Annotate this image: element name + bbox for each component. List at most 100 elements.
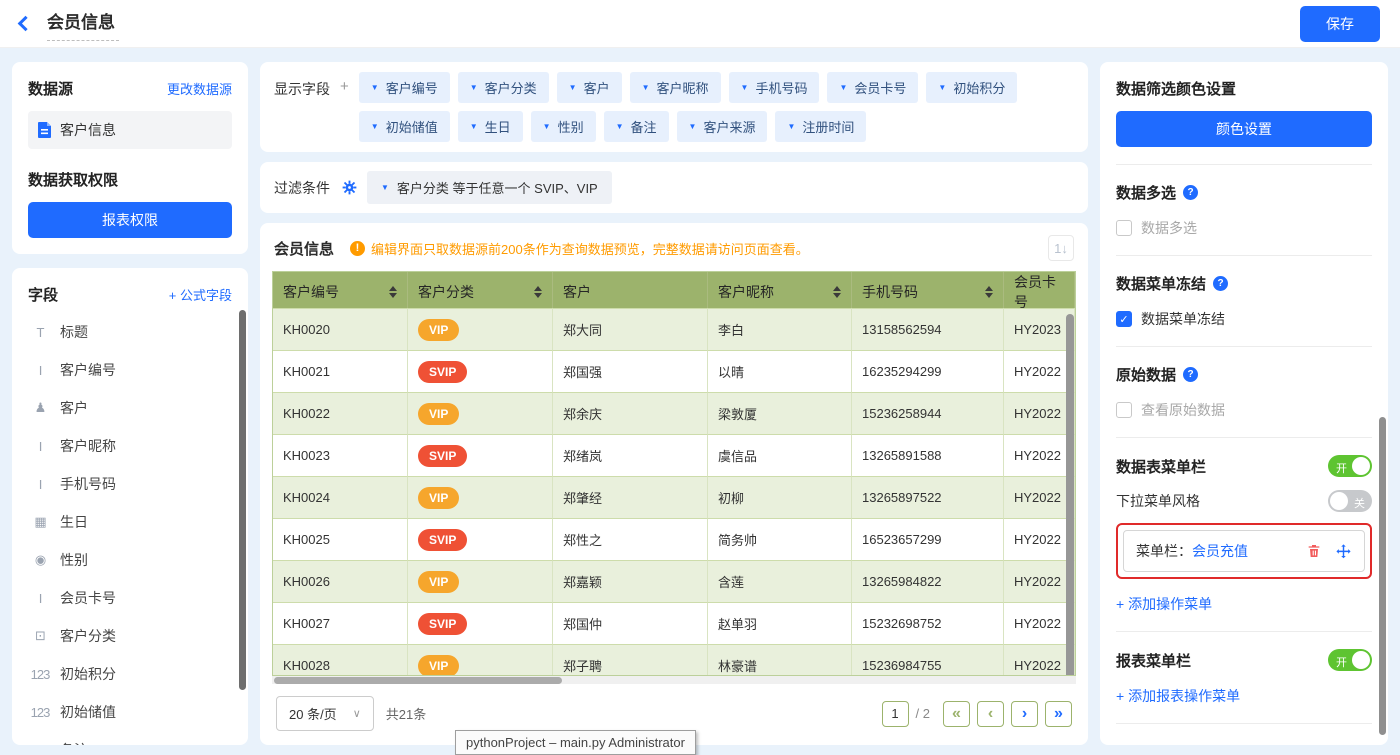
field-item[interactable]: I 客户编号 — [28, 351, 232, 389]
menu-freeze-checkbox[interactable]: ✓ — [1116, 311, 1132, 327]
add-formula-field-link[interactable]: + 公式字段 — [169, 285, 232, 304]
filter-condition-text: 客户分类 等于任意一个 SVIP、VIP — [397, 178, 598, 197]
display-field-tag-label: 初始积分 — [953, 78, 1005, 97]
chevron-down-icon: ▼ — [381, 183, 389, 192]
page-size-select[interactable]: 20 条/页 ∨ — [276, 696, 374, 731]
chevron-down-icon: ▼ — [569, 83, 577, 92]
add-display-field-button[interactable]: + — [340, 72, 349, 95]
filter-condition-tag[interactable]: ▼ 客户分类 等于任意一个 SVIP、VIP — [367, 171, 612, 204]
field-item[interactable]: 123 初始储值 — [28, 693, 232, 731]
display-field-tag[interactable]: ▼ 客户 — [557, 72, 622, 103]
field-item[interactable]: I 备注 — [28, 731, 232, 745]
page-number-input[interactable]: 1 — [882, 701, 909, 727]
field-item[interactable]: I 会员卡号 — [28, 579, 232, 617]
field-item[interactable]: ⊡ 客户分类 — [28, 617, 232, 655]
report-permission-button[interactable]: 报表权限 — [28, 202, 232, 238]
table-header-cell[interactable]: 客户编号 — [273, 272, 408, 312]
help-icon[interactable]: ? — [1213, 276, 1228, 291]
datasource-card: 数据源 更改数据源 客户信息 数据获取权限 报表权限 — [12, 62, 248, 254]
table-header-cell[interactable]: 客户分类 — [408, 272, 553, 312]
menu-bar-item[interactable]: 菜单栏： 会员充值 — [1123, 530, 1365, 572]
display-field-tag[interactable]: ▼ 初始积分 — [926, 72, 1017, 103]
field-item[interactable]: I 手机号码 — [28, 465, 232, 503]
sort-arrows-icon[interactable] — [389, 286, 397, 298]
page-size-value: 20 条/页 — [289, 704, 337, 723]
table-row[interactable]: KH0025 SVIP 郑性之 简务帅 16523657299 HY2022 — [273, 518, 1075, 560]
table-row[interactable]: KH0023 SVIP 郑绪岚 虞信品 13265891588 HY2022 — [273, 434, 1075, 476]
prev-page-button[interactable]: ‹ — [977, 701, 1004, 727]
first-page-button[interactable]: « — [943, 701, 970, 727]
display-field-tag-label: 注册时间 — [802, 117, 854, 136]
display-field-tag[interactable]: ▼ 客户编号 — [359, 72, 450, 103]
display-field-tag[interactable]: ▼ 客户分类 — [458, 72, 549, 103]
change-datasource-link[interactable]: 更改数据源 — [167, 79, 232, 98]
table-row[interactable]: KH0024 VIP 郑肇经 初柳 13265897522 HY2022 — [273, 476, 1075, 518]
field-item[interactable]: I 客户昵称 — [28, 427, 232, 465]
settings-scrollbar[interactable] — [1379, 417, 1386, 735]
toggle-knob — [1352, 457, 1370, 475]
color-settings-button[interactable]: 颜色设置 — [1116, 111, 1372, 147]
multi-select-checkbox[interactable] — [1116, 220, 1132, 236]
menu-freeze-label: 数据菜单冻结 — [1141, 309, 1225, 329]
display-field-tag[interactable]: ▼ 性别 — [531, 111, 596, 142]
table-row[interactable]: KH0028 VIP 郑子聘 林豪谱 15236984755 HY2022 — [273, 644, 1075, 676]
display-field-tag-label: 生日 — [485, 117, 511, 136]
highlighted-menu-item: 菜单栏： 会员充值 — [1116, 523, 1372, 579]
field-item[interactable]: ♟ 客户 — [28, 389, 232, 427]
display-fields-card: 显示字段 + ▼ 客户编号 ▼ 客户分类 ▼ 客户 — [260, 62, 1088, 152]
display-field-tag[interactable]: ▼ 手机号码 — [729, 72, 820, 103]
cell-nickname: 虞信品 — [708, 434, 852, 476]
display-field-tag[interactable]: ▼ 生日 — [458, 111, 523, 142]
dropdown-style-toggle[interactable]: 关 — [1328, 490, 1372, 512]
move-icon[interactable] — [1335, 543, 1352, 560]
field-item[interactable]: T 标题 — [28, 313, 232, 351]
table-header-cell[interactable]: 手机号码 — [852, 272, 1004, 312]
table-row[interactable]: KH0022 VIP 郑余庆 梁敦厦 15236258944 HY2022 — [273, 392, 1075, 434]
table-row[interactable]: KH0020 VIP 郑大同 李白 13158562594 HY2023 — [273, 308, 1075, 350]
sort-arrows-icon[interactable] — [833, 286, 841, 298]
display-field-tag[interactable]: ▼ 备注 — [604, 111, 669, 142]
add-action-menu-link[interactable]: + 添加操作菜单 — [1116, 594, 1372, 614]
table-header-cell[interactable]: 客户 — [553, 272, 708, 312]
table-menu-toggle[interactable]: 开 — [1328, 455, 1372, 477]
menu-item-value[interactable]: 会员充值 — [1192, 541, 1248, 561]
report-menu-toggle[interactable]: 开 — [1328, 649, 1372, 671]
help-icon[interactable]: ? — [1183, 185, 1198, 200]
next-page-button[interactable]: › — [1011, 701, 1038, 727]
field-item[interactable]: 123 初始积分 — [28, 655, 232, 693]
table-row[interactable]: KH0027 SVIP 郑国仲 赵单羽 15232698752 HY2022 — [273, 602, 1075, 644]
help-icon[interactable]: ? — [1183, 367, 1198, 382]
category-badge: SVIP — [418, 445, 467, 467]
display-field-tag[interactable]: ▼ 初始储值 — [359, 111, 450, 142]
display-field-tag[interactable]: ▼ 注册时间 — [775, 111, 866, 142]
back-icon[interactable] — [18, 16, 34, 32]
delete-icon[interactable] — [1306, 543, 1322, 559]
data-table: 客户编号 客户分类 客户 — [272, 271, 1076, 676]
field-item[interactable]: ◉ 性别 — [28, 541, 232, 579]
fields-scrollbar[interactable] — [239, 310, 246, 690]
sort-arrows-icon[interactable] — [985, 286, 993, 298]
table-vertical-scrollbar[interactable] — [1066, 314, 1074, 676]
display-field-tag[interactable]: ▼ 会员卡号 — [827, 72, 918, 103]
toggle-on-label: 开 — [1336, 460, 1347, 476]
raw-data-checkbox[interactable] — [1116, 402, 1132, 418]
datasource-item[interactable]: 客户信息 — [28, 111, 232, 149]
display-field-tag[interactable]: ▼ 客户昵称 — [630, 72, 721, 103]
gear-icon[interactable] — [342, 180, 357, 195]
table-header-cell[interactable]: 会员卡号 — [1004, 272, 1075, 312]
horizontal-scroll-thumb[interactable] — [274, 677, 562, 684]
add-report-action-menu-link[interactable]: + 添加报表操作菜单 — [1116, 686, 1372, 706]
sort-order-icon[interactable]: 1↓ — [1048, 235, 1074, 261]
table-header-cell[interactable]: 客户昵称 — [708, 272, 852, 312]
field-label: 性别 — [60, 550, 88, 570]
display-field-tag[interactable]: ▼ 客户来源 — [677, 111, 768, 142]
last-page-button[interactable]: » — [1045, 701, 1072, 727]
table-row[interactable]: KH0021 SVIP 郑国强 以晴 16235294299 HY2022 — [273, 350, 1075, 392]
table-row[interactable]: KH0026 VIP 郑嘉颖 含莲 13265984822 HY2022 — [273, 560, 1075, 602]
save-button[interactable]: 保存 — [1300, 6, 1380, 42]
sort-arrows-icon[interactable] — [534, 286, 542, 298]
table-body: KH0020 VIP 郑大同 李白 13158562594 HY2023 KH0… — [273, 308, 1075, 676]
field-item[interactable]: ▦ 生日 — [28, 503, 232, 541]
raw-data-row: 查看原始数据 — [1116, 400, 1372, 420]
calendar-field-icon: ▦ — [30, 514, 50, 530]
